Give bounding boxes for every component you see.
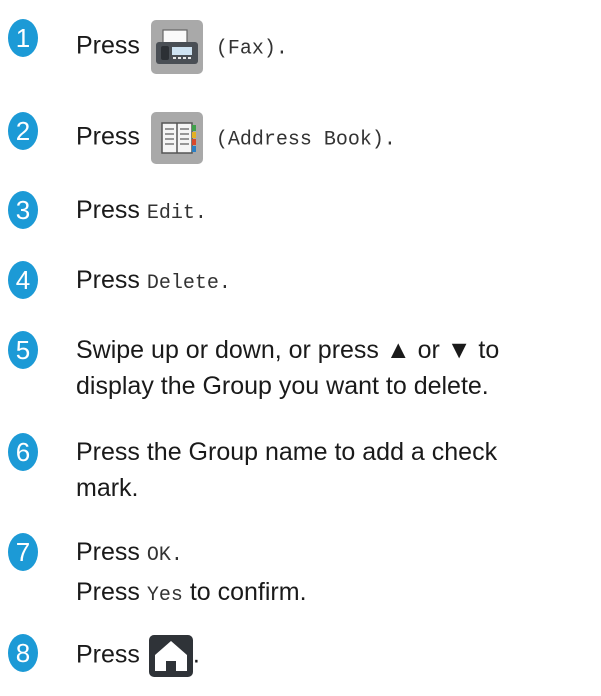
step-text: Press (Address Book). bbox=[76, 112, 396, 164]
step-text: Press Edit. bbox=[76, 196, 207, 225]
step-number: 2 bbox=[8, 112, 38, 150]
step-text: Swipe up or down, or press ▲ or ▼ to dis… bbox=[76, 336, 500, 400]
step-text: Press the Group name to add a check mark… bbox=[76, 438, 498, 502]
step-number: 6 bbox=[8, 433, 38, 471]
step-text: Press . bbox=[76, 635, 200, 677]
address-book-icon bbox=[150, 112, 203, 164]
home-icon bbox=[148, 635, 193, 677]
step-number: 7 bbox=[8, 533, 38, 571]
fax-icon bbox=[150, 20, 203, 74]
step-number: 8 bbox=[8, 634, 38, 672]
step-number: 5 bbox=[8, 331, 38, 369]
step-text: Press (Fax). bbox=[76, 20, 288, 74]
step-text: Press OK. Press Yes to confirm. bbox=[76, 538, 307, 607]
step-number: 3 bbox=[8, 191, 38, 229]
step-text: Press Delete. bbox=[76, 266, 231, 295]
step-number: 1 bbox=[8, 19, 38, 57]
step-number: 4 bbox=[8, 261, 38, 299]
